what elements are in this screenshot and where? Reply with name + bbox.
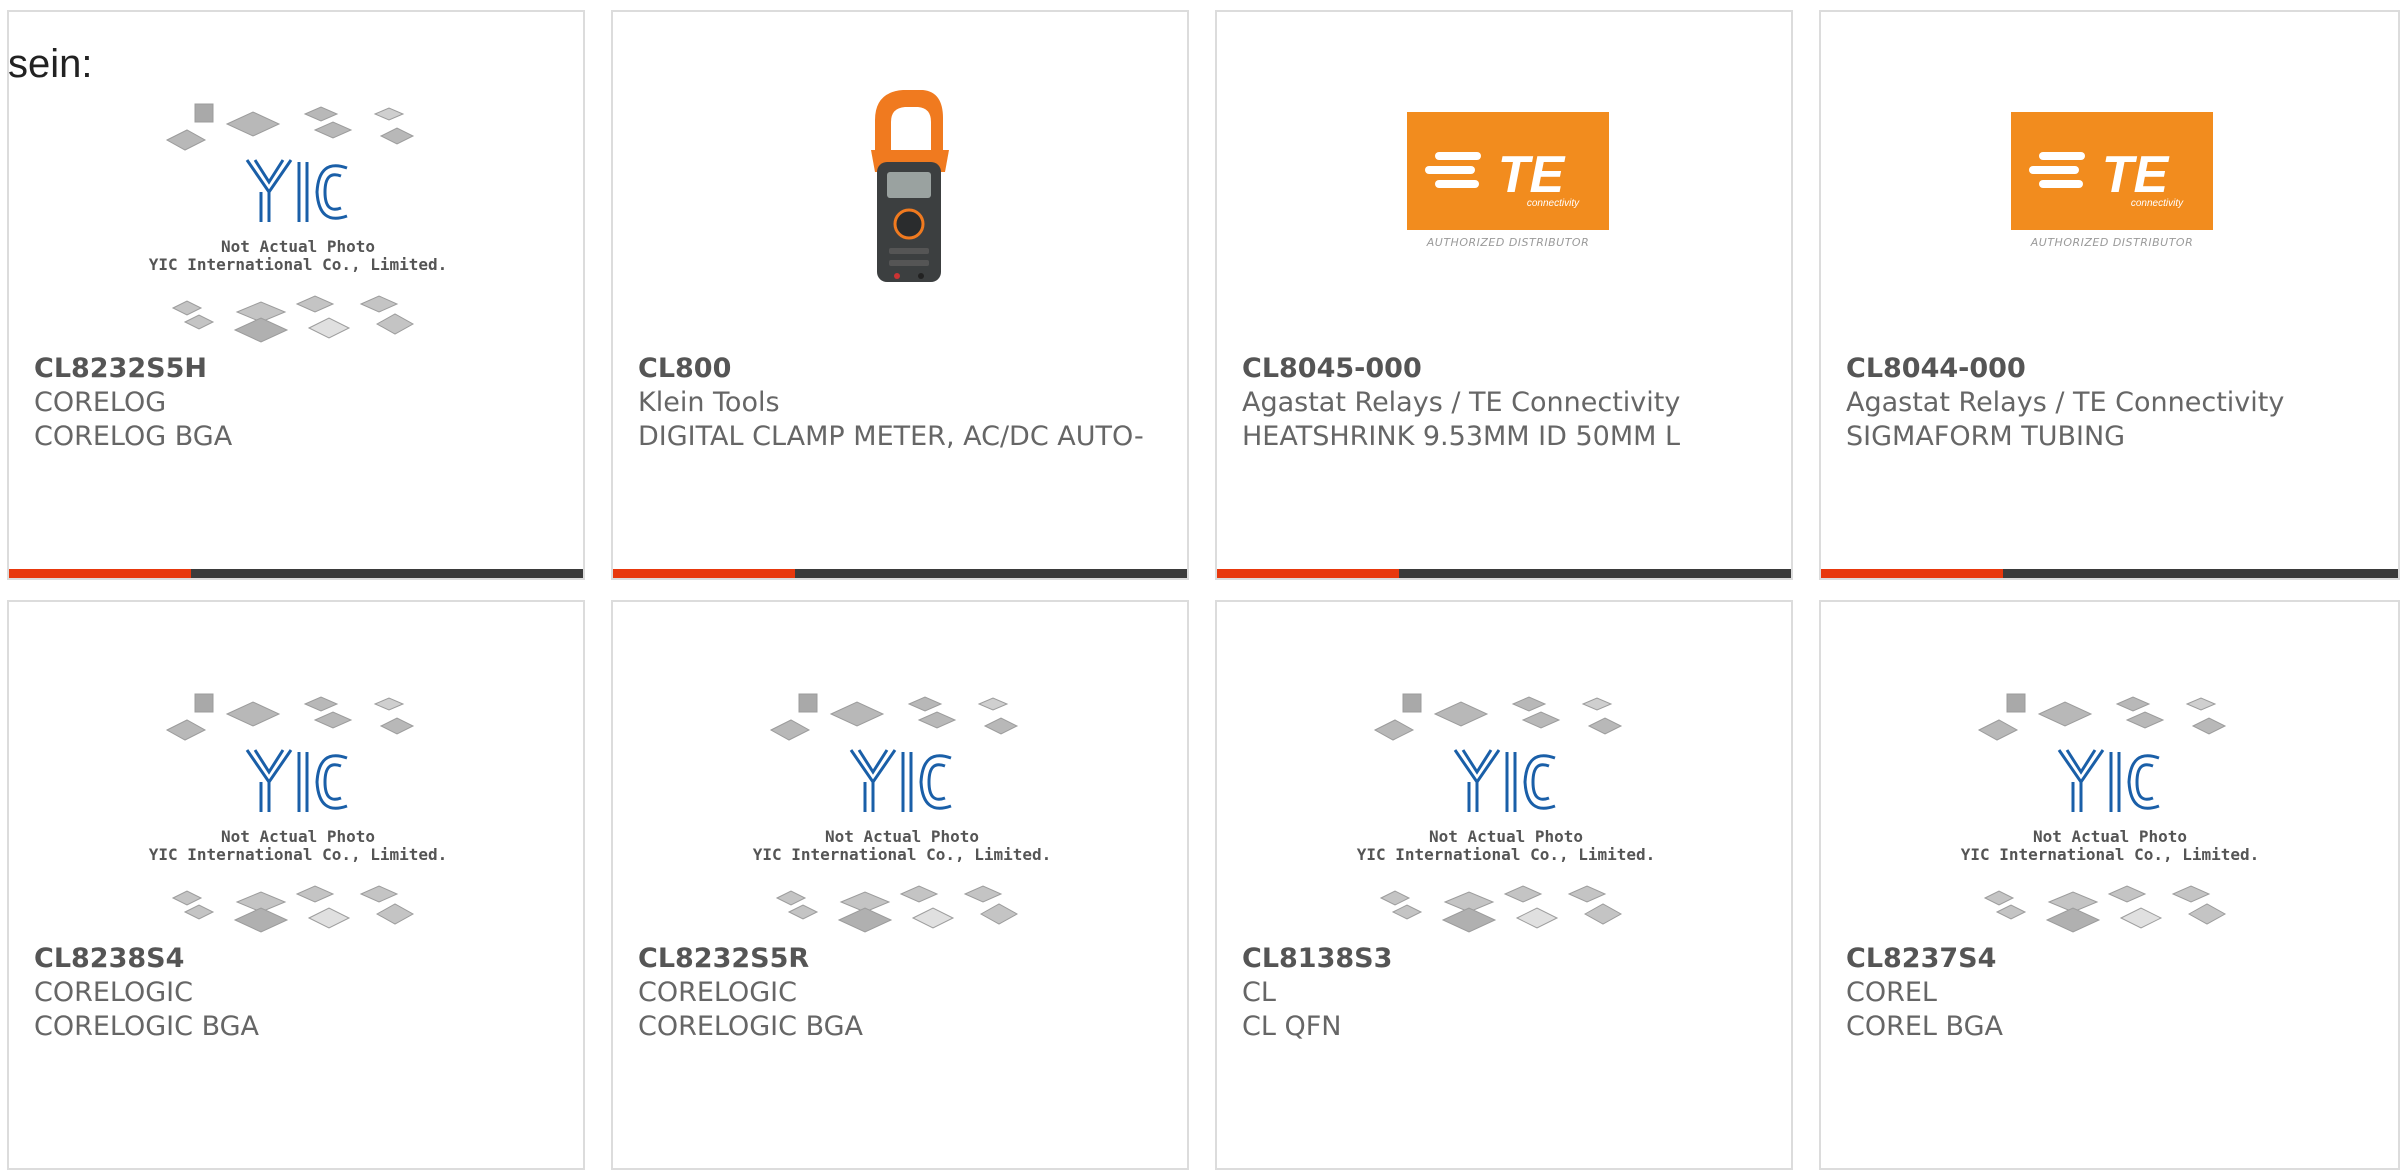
product-card[interactable]: Not Actual Photo YIC International Co., …	[1819, 600, 2400, 1170]
yic-placeholder-image: Not Actual Photo YIC International Co., …	[613, 602, 1187, 942]
card-accent	[1821, 569, 2003, 578]
te-logo-box: TE connectivity	[2011, 112, 2213, 230]
product-card[interactable]: Not Actual Photo YIC International Co., …	[7, 10, 585, 580]
te-logo-box: TE connectivity	[1407, 112, 1609, 230]
manufacturer: Klein Tools	[638, 387, 780, 418]
svg-text:connectivity: connectivity	[2131, 198, 2184, 209]
svg-text:Not Actual Photo: Not Actual Photo	[221, 827, 375, 846]
svg-text:TE: TE	[2102, 146, 2170, 204]
part-number[interactable]: CL8044-000	[1846, 352, 2378, 386]
part-number[interactable]: CL8238S4	[34, 942, 563, 976]
svg-text:connectivity: connectivity	[1527, 198, 1580, 209]
te-logo: TE connectivity AUTHORIZED DISTRIBUTOR	[2011, 112, 2213, 249]
part-number[interactable]: CL8237S4	[1846, 942, 2378, 976]
part-number[interactable]: CL800	[638, 352, 1167, 386]
svg-text:YIC International Co., Limited: YIC International Co., Limited.	[149, 255, 448, 274]
yic-placeholder-image: Not Actual Photo YIC International Co., …	[9, 12, 583, 352]
description: CORELOG BGA	[34, 421, 233, 452]
card-bottom-bar	[1217, 569, 1791, 578]
chip-collage-icon: Not Actual Photo YIC International Co., …	[149, 103, 448, 343]
svg-text:Not Actual Photo: Not Actual Photo	[221, 237, 375, 256]
product-info: CL8045-000 Agastat Relays / TE Connectiv…	[1242, 352, 1771, 454]
product-info: CL800 Klein Tools DIGITAL CLAMP METER, A…	[638, 352, 1167, 454]
svg-text:Not Actual Photo: Not Actual Photo	[2033, 827, 2187, 846]
manufacturer: CORELOGIC	[638, 977, 797, 1008]
yic-placeholder-image: Not Actual Photo YIC International Co., …	[1821, 602, 2398, 942]
part-number[interactable]: CL8232S5R	[638, 942, 1167, 976]
card-bottom-bar	[613, 569, 1187, 578]
product-info: CL8232S5H CORELOG CORELOG BGA	[34, 352, 563, 454]
product-grid: Not Actual Photo YIC International Co., …	[7, 10, 2400, 1170]
product-card[interactable]: Not Actual Photo YIC International Co., …	[7, 600, 585, 1170]
svg-text:YIC International Co., Limited: YIC International Co., Limited.	[1961, 845, 2260, 864]
svg-text:TE: TE	[1498, 146, 1566, 204]
svg-text:YIC International Co., Limited: YIC International Co., Limited.	[1357, 845, 1656, 864]
description: DIGITAL CLAMP METER, AC/DC AUTO-	[638, 421, 1144, 452]
product-card[interactable]: Not Actual Photo YIC International Co., …	[611, 600, 1189, 1170]
manufacturer: Agastat Relays / TE Connectivity	[1846, 387, 2285, 418]
te-wordmark-icon: TE connectivity	[1425, 146, 1580, 209]
description: SIGMAFORM TUBING	[1846, 421, 2126, 452]
chip-collage-icon: Not Actual Photo YIC International Co., …	[753, 693, 1052, 933]
te-tagline: AUTHORIZED DISTRIBUTOR	[1426, 236, 1590, 249]
chip-collage-icon: Not Actual Photo YIC International Co., …	[1357, 693, 1656, 933]
part-number[interactable]: CL8232S5H	[34, 352, 563, 386]
product-info: CL8044-000 Agastat Relays / TE Connectiv…	[1846, 352, 2378, 454]
card-accent	[9, 569, 191, 578]
part-number[interactable]: CL8138S3	[1242, 942, 1771, 976]
manufacturer: CORELOGIC	[34, 977, 193, 1008]
product-info: CL8237S4 COREL COREL BGA	[1846, 942, 2378, 1044]
te-tagline: AUTHORIZED DISTRIBUTOR	[2030, 236, 2194, 249]
description: CL QFN	[1242, 1011, 1342, 1042]
manufacturer: Agastat Relays / TE Connectivity	[1242, 387, 1681, 418]
product-card[interactable]: CL800 Klein Tools DIGITAL CLAMP METER, A…	[611, 10, 1189, 580]
chip-collage-icon: Not Actual Photo YIC International Co., …	[1961, 693, 2260, 933]
manufacturer: CL	[1242, 977, 1276, 1008]
description: COREL BGA	[1846, 1011, 2003, 1042]
te-logo-image: TE connectivity AUTHORIZED DISTRIBUTOR	[1821, 12, 2398, 352]
product-card[interactable]: Not Actual Photo YIC International Co., …	[1215, 600, 1793, 1170]
part-number[interactable]: CL8045-000	[1242, 352, 1771, 386]
svg-text:Not Actual Photo: Not Actual Photo	[825, 827, 979, 846]
clamp-meter-image	[613, 12, 1187, 352]
yic-placeholder-image: Not Actual Photo YIC International Co., …	[1217, 602, 1791, 942]
manufacturer: COREL	[1846, 977, 1937, 1008]
intro-text: sein:	[8, 42, 93, 86]
card-accent	[1217, 569, 1399, 578]
svg-text:Not Actual Photo: Not Actual Photo	[1429, 827, 1583, 846]
description: CORELOGIC BGA	[638, 1011, 864, 1042]
clamp-meter-icon	[871, 90, 949, 282]
card-accent	[613, 569, 795, 578]
te-logo: TE connectivity AUTHORIZED DISTRIBUTOR	[1407, 112, 1609, 249]
card-bottom-bar	[9, 569, 583, 578]
product-info: CL8232S5R CORELOGIC CORELOGIC BGA	[638, 942, 1167, 1044]
description: HEATSHRINK 9.53MM ID 50MM L	[1242, 421, 1681, 452]
description: CORELOGIC BGA	[34, 1011, 260, 1042]
svg-text:YIC International Co., Limited: YIC International Co., Limited.	[149, 845, 448, 864]
product-info: CL8238S4 CORELOGIC CORELOGIC BGA	[34, 942, 563, 1044]
product-info: CL8138S3 CL CL QFN	[1242, 942, 1771, 1044]
svg-text:YIC International Co., Limited: YIC International Co., Limited.	[753, 845, 1052, 864]
te-logo-image: TE connectivity AUTHORIZED DISTRIBUTOR	[1217, 12, 1791, 352]
card-bottom-bar	[1821, 569, 2398, 578]
product-card[interactable]: TE connectivity AUTHORIZED DISTRIBUTOR C…	[1819, 10, 2400, 580]
manufacturer: CORELOG	[34, 387, 167, 418]
te-wordmark-icon: TE connectivity	[2029, 146, 2184, 209]
product-card[interactable]: TE connectivity AUTHORIZED DISTRIBUTOR C…	[1215, 10, 1793, 580]
yic-placeholder-image: Not Actual Photo YIC International Co., …	[9, 602, 583, 942]
chip-collage-icon: Not Actual Photo YIC International Co., …	[149, 693, 448, 933]
